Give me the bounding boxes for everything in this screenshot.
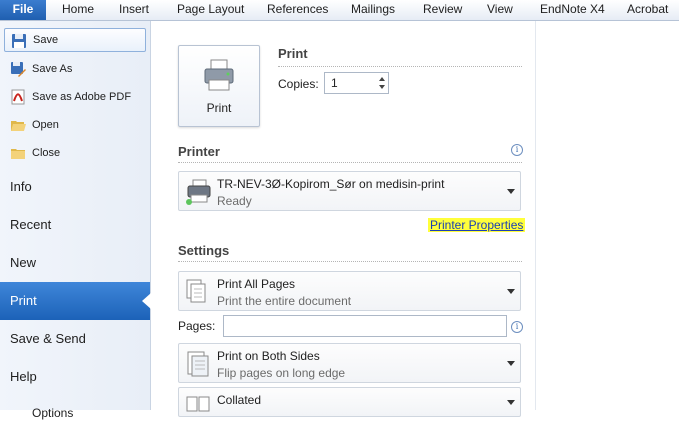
close-folder-icon — [10, 145, 26, 161]
printer-properties-link[interactable]: Printer Properties — [428, 218, 526, 232]
pages-stack-icon — [184, 277, 212, 307]
print-button-label: Print — [206, 101, 232, 115]
nav-info[interactable]: Info — [0, 168, 150, 206]
print-range-subtitle: Print the entire document — [217, 294, 352, 308]
printer-device-icon — [184, 177, 212, 207]
save-button[interactable]: Save — [4, 28, 146, 52]
tab-file[interactable]: File — [0, 0, 46, 20]
printer-icon — [202, 58, 236, 97]
save-as-pdf-label: Save as Adobe PDF — [32, 91, 132, 103]
tab-page-layout[interactable]: Page Layout — [177, 0, 244, 20]
tab-references[interactable]: References — [267, 0, 328, 20]
print-pane: Print Print Copies: 1 Printer i TR-NEV-3… — [151, 21, 535, 417]
duplex-dropdown[interactable]: Print on Both Sides Flip pages on long e… — [178, 343, 521, 383]
save-as-button[interactable]: Save As — [4, 57, 144, 81]
tab-home[interactable]: Home — [62, 0, 94, 20]
collation-dropdown[interactable]: Collated — [178, 387, 521, 417]
chevron-down-icon — [507, 189, 515, 194]
chevron-down-icon — [507, 289, 515, 294]
save-icon — [11, 33, 27, 49]
print-preview-area — [535, 21, 679, 410]
nav-options[interactable]: Options — [0, 394, 150, 432]
duplex-title: Print on Both Sides — [217, 349, 320, 363]
copies-stepper[interactable]: 1 — [324, 72, 389, 94]
pages-input[interactable] — [223, 315, 507, 337]
settings-heading: Settings — [178, 243, 230, 258]
tab-endnote[interactable]: EndNote X4 — [540, 0, 605, 20]
printer-name: TR-NEV-3Ø-Kopirom_Sør on medisin-print — [217, 177, 445, 191]
open-folder-icon — [10, 117, 26, 133]
tab-mailings[interactable]: Mailings — [351, 0, 395, 20]
copies-label: Copies: — [278, 77, 319, 91]
open-label: Open — [32, 119, 59, 131]
adobe-pdf-icon — [10, 89, 26, 105]
save-label: Save — [33, 34, 59, 46]
print-button[interactable]: Print — [178, 45, 260, 127]
save-as-icon — [10, 61, 26, 77]
nav-save-send[interactable]: Save & Send — [0, 320, 150, 358]
nav-print-label: Print — [10, 293, 37, 308]
chevron-down-icon — [507, 361, 515, 366]
divider — [178, 162, 522, 163]
nav-print[interactable]: Print — [0, 282, 151, 320]
collation-title: Collated — [217, 393, 262, 407]
save-as-pdf-button[interactable]: Save as Adobe PDF — [4, 85, 144, 109]
nav-recent[interactable]: Recent — [0, 206, 150, 244]
collated-pages-icon — [184, 393, 212, 423]
pages-label: Pages: — [178, 319, 216, 333]
printer-dropdown[interactable]: TR-NEV-3Ø-Kopirom_Sør on medisin-print R… — [178, 171, 521, 211]
stepper-up-arrow-icon[interactable] — [379, 77, 385, 81]
active-pointer-arrow — [142, 293, 151, 309]
open-button[interactable]: Open — [4, 113, 144, 137]
close-button[interactable]: Close — [4, 141, 144, 165]
nav-new[interactable]: New — [0, 244, 150, 282]
printer-heading: Printer — [178, 144, 220, 159]
tab-review[interactable]: Review — [423, 0, 462, 20]
print-range-dropdown[interactable]: Print All Pages Print the entire documen… — [178, 271, 521, 311]
duplex-pages-icon — [184, 349, 212, 379]
ribbon-tab-bar: File Home Insert Page Layout References … — [0, 0, 679, 21]
save-as-label: Save As — [32, 63, 73, 75]
print-range-title: Print All Pages — [217, 277, 296, 291]
nav-options-label: Options — [32, 406, 74, 420]
divider — [178, 261, 522, 262]
backstage-nav: Save Save As Save as Adobe PDF Open Clos… — [0, 21, 151, 420]
close-label: Close — [32, 147, 61, 159]
print-heading: Print — [278, 46, 308, 61]
tab-insert[interactable]: Insert — [119, 0, 149, 20]
stepper-down-arrow-icon[interactable] — [379, 85, 385, 89]
tab-view[interactable]: View — [487, 0, 513, 20]
nav-help[interactable]: Help — [0, 358, 150, 396]
chevron-down-icon — [507, 400, 515, 405]
duplex-subtitle: Flip pages on long edge — [217, 366, 346, 380]
copies-value: 1 — [331, 76, 338, 90]
tab-acrobat[interactable]: Acrobat — [627, 0, 668, 20]
pages-info-icon[interactable]: i — [511, 321, 523, 333]
printer-status: Ready — [217, 194, 252, 208]
divider — [278, 66, 522, 67]
printer-info-icon[interactable]: i — [511, 144, 523, 156]
